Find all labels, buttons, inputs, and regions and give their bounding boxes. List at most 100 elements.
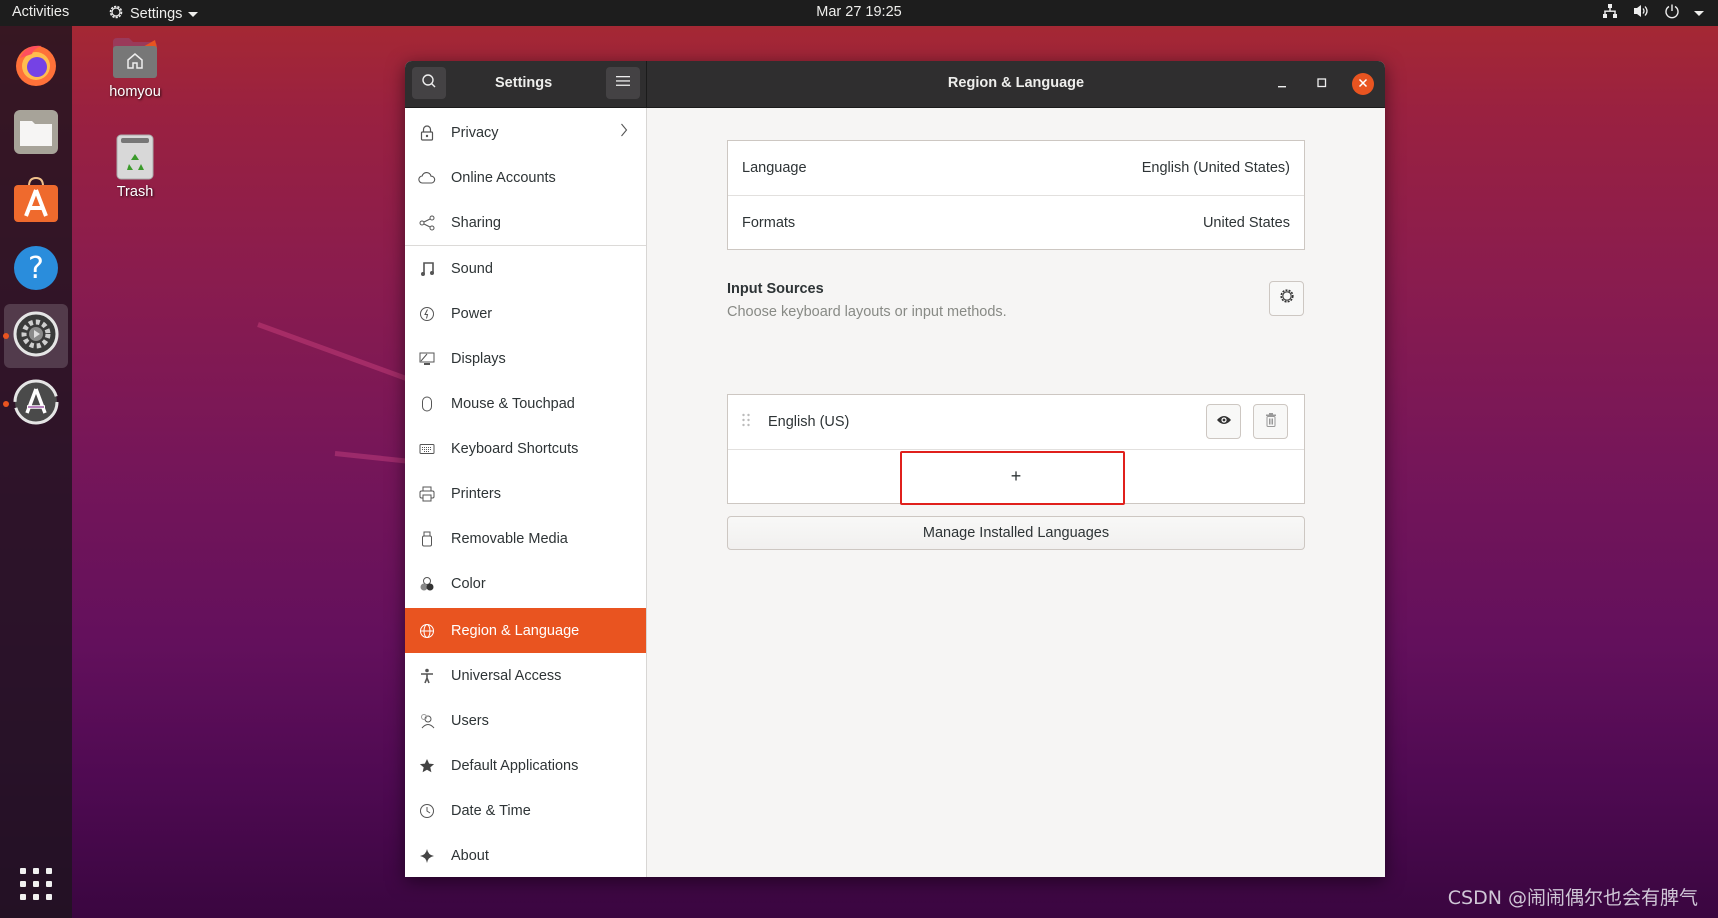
star-icon <box>417 758 437 774</box>
dock-software-updater[interactable] <box>4 372 68 436</box>
network-icon[interactable] <box>1602 3 1618 23</box>
formats-row[interactable]: Formats United States <box>728 195 1304 249</box>
desktop-icon-home[interactable]: homyou <box>90 36 180 100</box>
sidebar-item-printers[interactable]: Printers <box>405 471 646 516</box>
hamburger-menu-icon <box>616 74 630 92</box>
gear-icon <box>1279 288 1295 309</box>
home-folder-icon <box>111 38 159 84</box>
accessibility-icon <box>417 668 437 684</box>
chevron-right-icon <box>620 122 628 142</box>
language-formats-card: Language English (United States) Formats… <box>727 140 1305 250</box>
sidebar-header: Settings <box>405 61 647 108</box>
dock-settings[interactable] <box>4 304 68 368</box>
sidebar-item-universal-access[interactable]: Universal Access <box>405 653 646 698</box>
help-icon: ? <box>13 245 59 296</box>
clock[interactable]: Mar 27 19:25 <box>816 4 901 20</box>
trash-icon <box>116 134 154 184</box>
software-icon <box>13 176 59 229</box>
dock-ubuntu-software[interactable] <box>4 170 68 234</box>
sidebar-item-label: Sound <box>451 260 493 277</box>
sidebar-item-online-accounts[interactable]: Online Accounts <box>405 155 646 200</box>
dock: ? <box>0 26 72 918</box>
color-icon <box>417 576 437 592</box>
sidebar-item-privacy[interactable]: Privacy <box>405 110 646 155</box>
dock-firefox[interactable] <box>4 34 68 98</box>
sidebar-item-color[interactable]: Color <box>405 561 646 606</box>
wallpaper-streak <box>257 322 410 382</box>
sparkle-icon <box>417 848 437 864</box>
search-icon <box>421 73 437 94</box>
globe-icon <box>417 623 437 639</box>
language-value: English (United States) <box>1141 160 1290 176</box>
input-sources-options-button[interactable] <box>1269 281 1304 316</box>
sidebar-item-label: Date & Time <box>451 802 531 819</box>
preview-layout-button[interactable] <box>1206 404 1241 439</box>
drag-handle-icon[interactable] <box>742 413 750 431</box>
sidebar: Privacy Online Accounts Sharing Sound Po… <box>405 108 647 877</box>
sidebar-item-date-time[interactable]: Date & Time <box>405 788 646 833</box>
app-menu[interactable]: Settings <box>108 4 199 24</box>
minimize-icon <box>1277 75 1287 93</box>
svg-text:?: ? <box>28 251 44 286</box>
dock-files[interactable] <box>4 102 68 166</box>
sidebar-item-region-language[interactable]: Region & Language <box>405 608 646 653</box>
sidebar-item-about[interactable]: About <box>405 833 646 877</box>
wallpaper-streak <box>334 451 410 464</box>
users-icon <box>417 713 437 729</box>
clock-icon <box>417 803 437 819</box>
manage-installed-languages-button[interactable]: Manage Installed Languages <box>727 516 1305 550</box>
sidebar-item-power[interactable]: Power <box>405 291 646 336</box>
cloud-icon <box>417 171 437 184</box>
menu-button[interactable] <box>606 67 640 99</box>
trash-icon <box>1265 412 1277 432</box>
annotation-highlight-box <box>900 451 1125 505</box>
sidebar-item-label: Users <box>451 712 489 729</box>
remove-input-source-button[interactable] <box>1253 404 1288 439</box>
mouse-icon <box>417 396 437 412</box>
sidebar-item-sound[interactable]: Sound <box>405 246 646 291</box>
running-indicator <box>3 401 9 407</box>
dock-help[interactable]: ? <box>4 238 68 302</box>
sidebar-item-users[interactable]: Users <box>405 698 646 743</box>
sidebar-item-mouse-touchpad[interactable]: Mouse & Touchpad <box>405 381 646 426</box>
language-row[interactable]: Language English (United States) <box>728 141 1304 195</box>
power-icon[interactable] <box>1664 3 1680 23</box>
running-indicator <box>3 333 9 339</box>
formats-label: Formats <box>742 214 796 231</box>
sidebar-item-label: Region & Language <box>451 622 580 639</box>
maximize-icon <box>1317 75 1327 93</box>
sidebar-item-sharing[interactable]: Sharing <box>405 200 646 245</box>
lock-icon <box>417 124 437 141</box>
sidebar-title: Settings <box>495 75 553 91</box>
system-tray[interactable] <box>1602 3 1704 23</box>
eye-icon <box>1216 414 1232 430</box>
activities-button[interactable]: Activities <box>12 4 69 20</box>
top-bar: Activities Settings Mar 27 19:25 <box>0 0 1718 26</box>
close-button[interactable] <box>1352 73 1374 95</box>
share-icon <box>417 215 437 231</box>
sidebar-item-keyboard-shortcuts[interactable]: Keyboard Shortcuts <box>405 426 646 471</box>
formats-value: United States <box>1202 214 1290 231</box>
minimize-button[interactable] <box>1271 73 1293 95</box>
input-source-row[interactable]: English (US) <box>728 395 1304 449</box>
sidebar-item-label: Keyboard Shortcuts <box>451 440 579 457</box>
sidebar-item-default-applications[interactable]: Default Applications <box>405 743 646 788</box>
settings-window: Settings Region & Language Privacy Onlin… <box>405 61 1385 877</box>
manage-installed-languages-label: Manage Installed Languages <box>922 525 1110 541</box>
sidebar-item-label: Universal Access <box>451 667 562 684</box>
show-applications-icon[interactable] <box>20 868 52 900</box>
volume-icon[interactable] <box>1632 3 1650 23</box>
sidebar-item-label: Removable Media <box>451 530 568 547</box>
watermark: CSDN @闹闹偶尔也会有脾气 <box>1447 887 1698 909</box>
sidebar-item-label: Power <box>451 305 493 322</box>
header-bar: Settings Region & Language <box>405 61 1385 108</box>
system-menu-chevron-icon[interactable] <box>1694 10 1704 16</box>
sidebar-item-removable-media[interactable]: Removable Media <box>405 516 646 561</box>
maximize-button[interactable] <box>1311 73 1333 95</box>
language-label: Language <box>742 160 807 176</box>
desktop-icon-trash[interactable]: Trash <box>90 134 180 200</box>
printer-icon <box>417 486 437 502</box>
sidebar-item-displays[interactable]: Displays <box>405 336 646 381</box>
gear-icon <box>108 4 124 24</box>
search-button[interactable] <box>412 67 446 99</box>
